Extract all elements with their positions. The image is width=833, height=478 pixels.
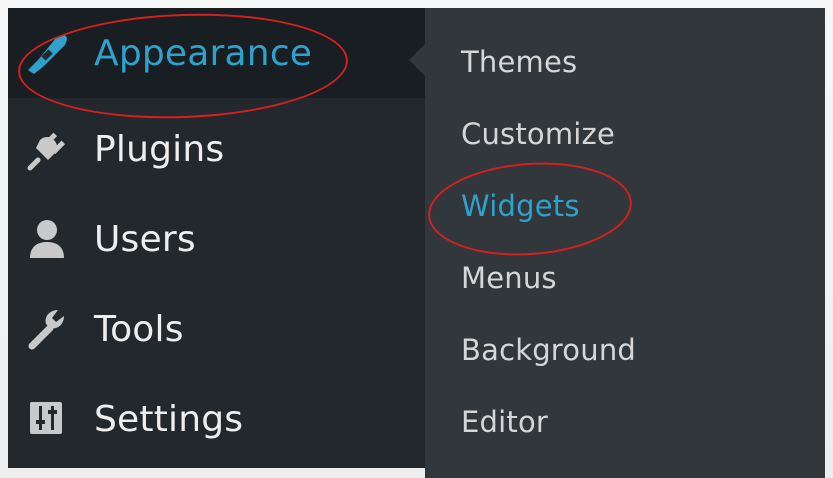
submenu-item-widgets[interactable]: Widgets	[461, 189, 580, 223]
submenu-item-background[interactable]: Background	[461, 333, 636, 367]
submenu-item-menus[interactable]: Menus	[461, 261, 557, 295]
sidebar-item-appearance[interactable]: Appearance	[8, 8, 425, 98]
submenu-pointer	[409, 44, 425, 76]
sidebar-item-label: Users	[94, 218, 196, 260]
submenu-item-customize[interactable]: Customize	[461, 117, 615, 151]
plug-icon	[24, 126, 70, 172]
sidebar-item-label: Tools	[94, 308, 184, 350]
sidebar-item-users[interactable]: Users	[8, 194, 425, 284]
wrench-icon	[24, 306, 70, 352]
sidebar-item-plugins[interactable]: Plugins	[8, 104, 425, 194]
sidebar-item-label: Plugins	[94, 128, 225, 170]
sidebar-item-settings[interactable]: Settings	[8, 374, 425, 464]
paintbrush-icon	[24, 30, 70, 76]
sidebar-item-label: Appearance	[94, 32, 313, 74]
submenu-item-editor[interactable]: Editor	[461, 405, 548, 439]
sidebar-item-label: Settings	[94, 398, 244, 440]
submenu-item-themes[interactable]: Themes	[461, 45, 577, 79]
sliders-icon	[24, 396, 70, 442]
sidebar-item-tools[interactable]: Tools	[8, 284, 425, 374]
user-icon	[24, 216, 70, 262]
